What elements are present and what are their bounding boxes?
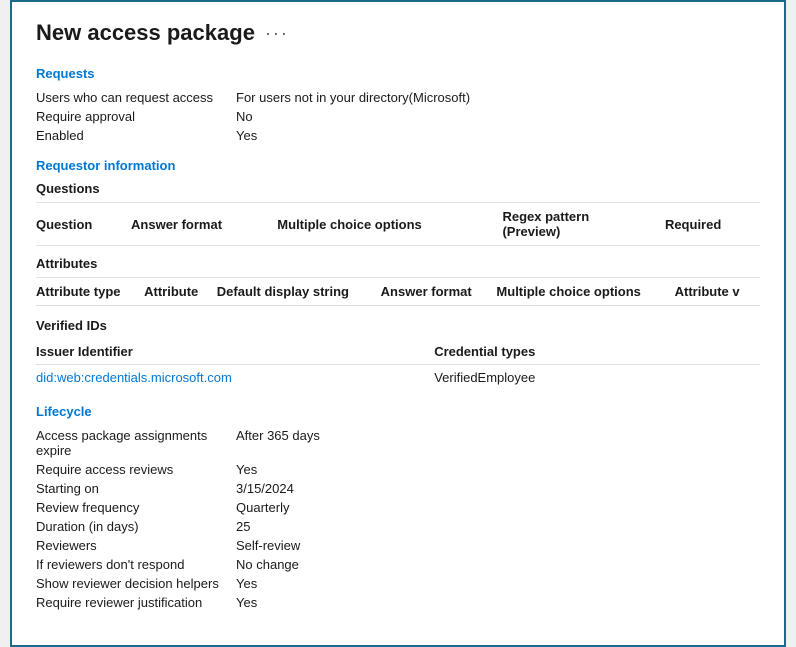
questions-table-wrapper: Question Answer format Multiple choice o…	[36, 202, 760, 246]
assignments-expire-label: Access package assignments expire	[36, 427, 236, 459]
starting-on-label: Starting on	[36, 480, 236, 497]
credential-type-value: VerifiedEmployee	[434, 365, 760, 391]
attributes-subtitle: Attributes	[36, 256, 760, 271]
col-answer-format-a: Answer format	[381, 278, 497, 306]
col-attr-type: Attribute type	[36, 278, 144, 306]
col-regex-pattern: Regex pattern(Preview)	[502, 203, 664, 246]
reviewer-justification-value: Yes	[236, 594, 760, 611]
page-title-row: New access package ···	[36, 20, 760, 46]
questions-subtitle: Questions	[36, 181, 760, 196]
users-request-label: Users who can request access	[36, 89, 236, 106]
duration-value: 25	[236, 518, 760, 535]
reviewers-value: Self-review	[236, 537, 760, 554]
lifecycle-section-title: Lifecycle	[36, 404, 760, 419]
attributes-table: Attribute type Attribute Default display…	[36, 278, 760, 306]
requests-info-grid: Users who can request access For users n…	[36, 89, 760, 144]
issuer-identifier-value: did:web:credentials.microsoft.com	[36, 365, 434, 391]
verified-ids-section: Verified IDs Issuer Identifier Credentia…	[36, 318, 760, 390]
verified-ids-row: did:web:credentials.microsoft.com Verifi…	[36, 365, 760, 391]
col-default-display: Default display string	[217, 278, 381, 306]
col-issuer-identifier: Issuer Identifier	[36, 339, 434, 365]
require-approval-label: Require approval	[36, 108, 236, 125]
col-credential-types: Credential types	[434, 339, 760, 365]
col-attr-v: Attribute v	[675, 278, 760, 306]
lifecycle-section: Lifecycle Access package assignments exp…	[36, 404, 760, 611]
col-question: Question	[36, 203, 131, 246]
enabled-value: Yes	[236, 127, 760, 144]
page-title: New access package	[36, 20, 255, 46]
attributes-table-wrapper: Attribute type Attribute Default display…	[36, 277, 760, 306]
if-no-respond-value: No change	[236, 556, 760, 573]
show-helpers-value: Yes	[236, 575, 760, 592]
col-attr-attr: Attribute	[144, 278, 217, 306]
verified-ids-table: Issuer Identifier Credential types did:w…	[36, 339, 760, 390]
col-required: Required	[665, 203, 760, 246]
assignments-expire-value: After 365 days	[236, 427, 760, 459]
users-request-value: For users not in your directory(Microsof…	[236, 89, 760, 106]
lifecycle-info-grid: Access package assignments expire After …	[36, 427, 760, 611]
requests-section: Requests Users who can request access Fo…	[36, 66, 760, 144]
reviewers-label: Reviewers	[36, 537, 236, 554]
issuer-link[interactable]: did:web:credentials.microsoft.com	[36, 370, 232, 385]
questions-table: Question Answer format Multiple choice o…	[36, 203, 760, 246]
duration-label: Duration (in days)	[36, 518, 236, 535]
col-multiple-choice-a: Multiple choice options	[496, 278, 674, 306]
show-helpers-label: Show reviewer decision helpers	[36, 575, 236, 592]
requestor-section-title: Requestor information	[36, 158, 760, 173]
requests-section-title: Requests	[36, 66, 760, 81]
access-reviews-label: Require access reviews	[36, 461, 236, 478]
ellipsis-button[interactable]: ···	[265, 23, 289, 44]
review-frequency-value: Quarterly	[236, 499, 760, 516]
starting-on-value: 3/15/2024	[236, 480, 760, 497]
verified-ids-title: Verified IDs	[36, 318, 760, 333]
access-reviews-value: Yes	[236, 461, 760, 478]
col-multiple-choice-q: Multiple choice options	[277, 203, 502, 246]
col-answer-format-q: Answer format	[131, 203, 277, 246]
review-frequency-label: Review frequency	[36, 499, 236, 516]
enabled-label: Enabled	[36, 127, 236, 144]
if-no-respond-label: If reviewers don't respond	[36, 556, 236, 573]
requestor-section: Requestor information Questions Question…	[36, 158, 760, 306]
reviewer-justification-label: Require reviewer justification	[36, 594, 236, 611]
main-window: New access package ··· Requests Users wh…	[10, 0, 786, 647]
require-approval-value: No	[236, 108, 760, 125]
